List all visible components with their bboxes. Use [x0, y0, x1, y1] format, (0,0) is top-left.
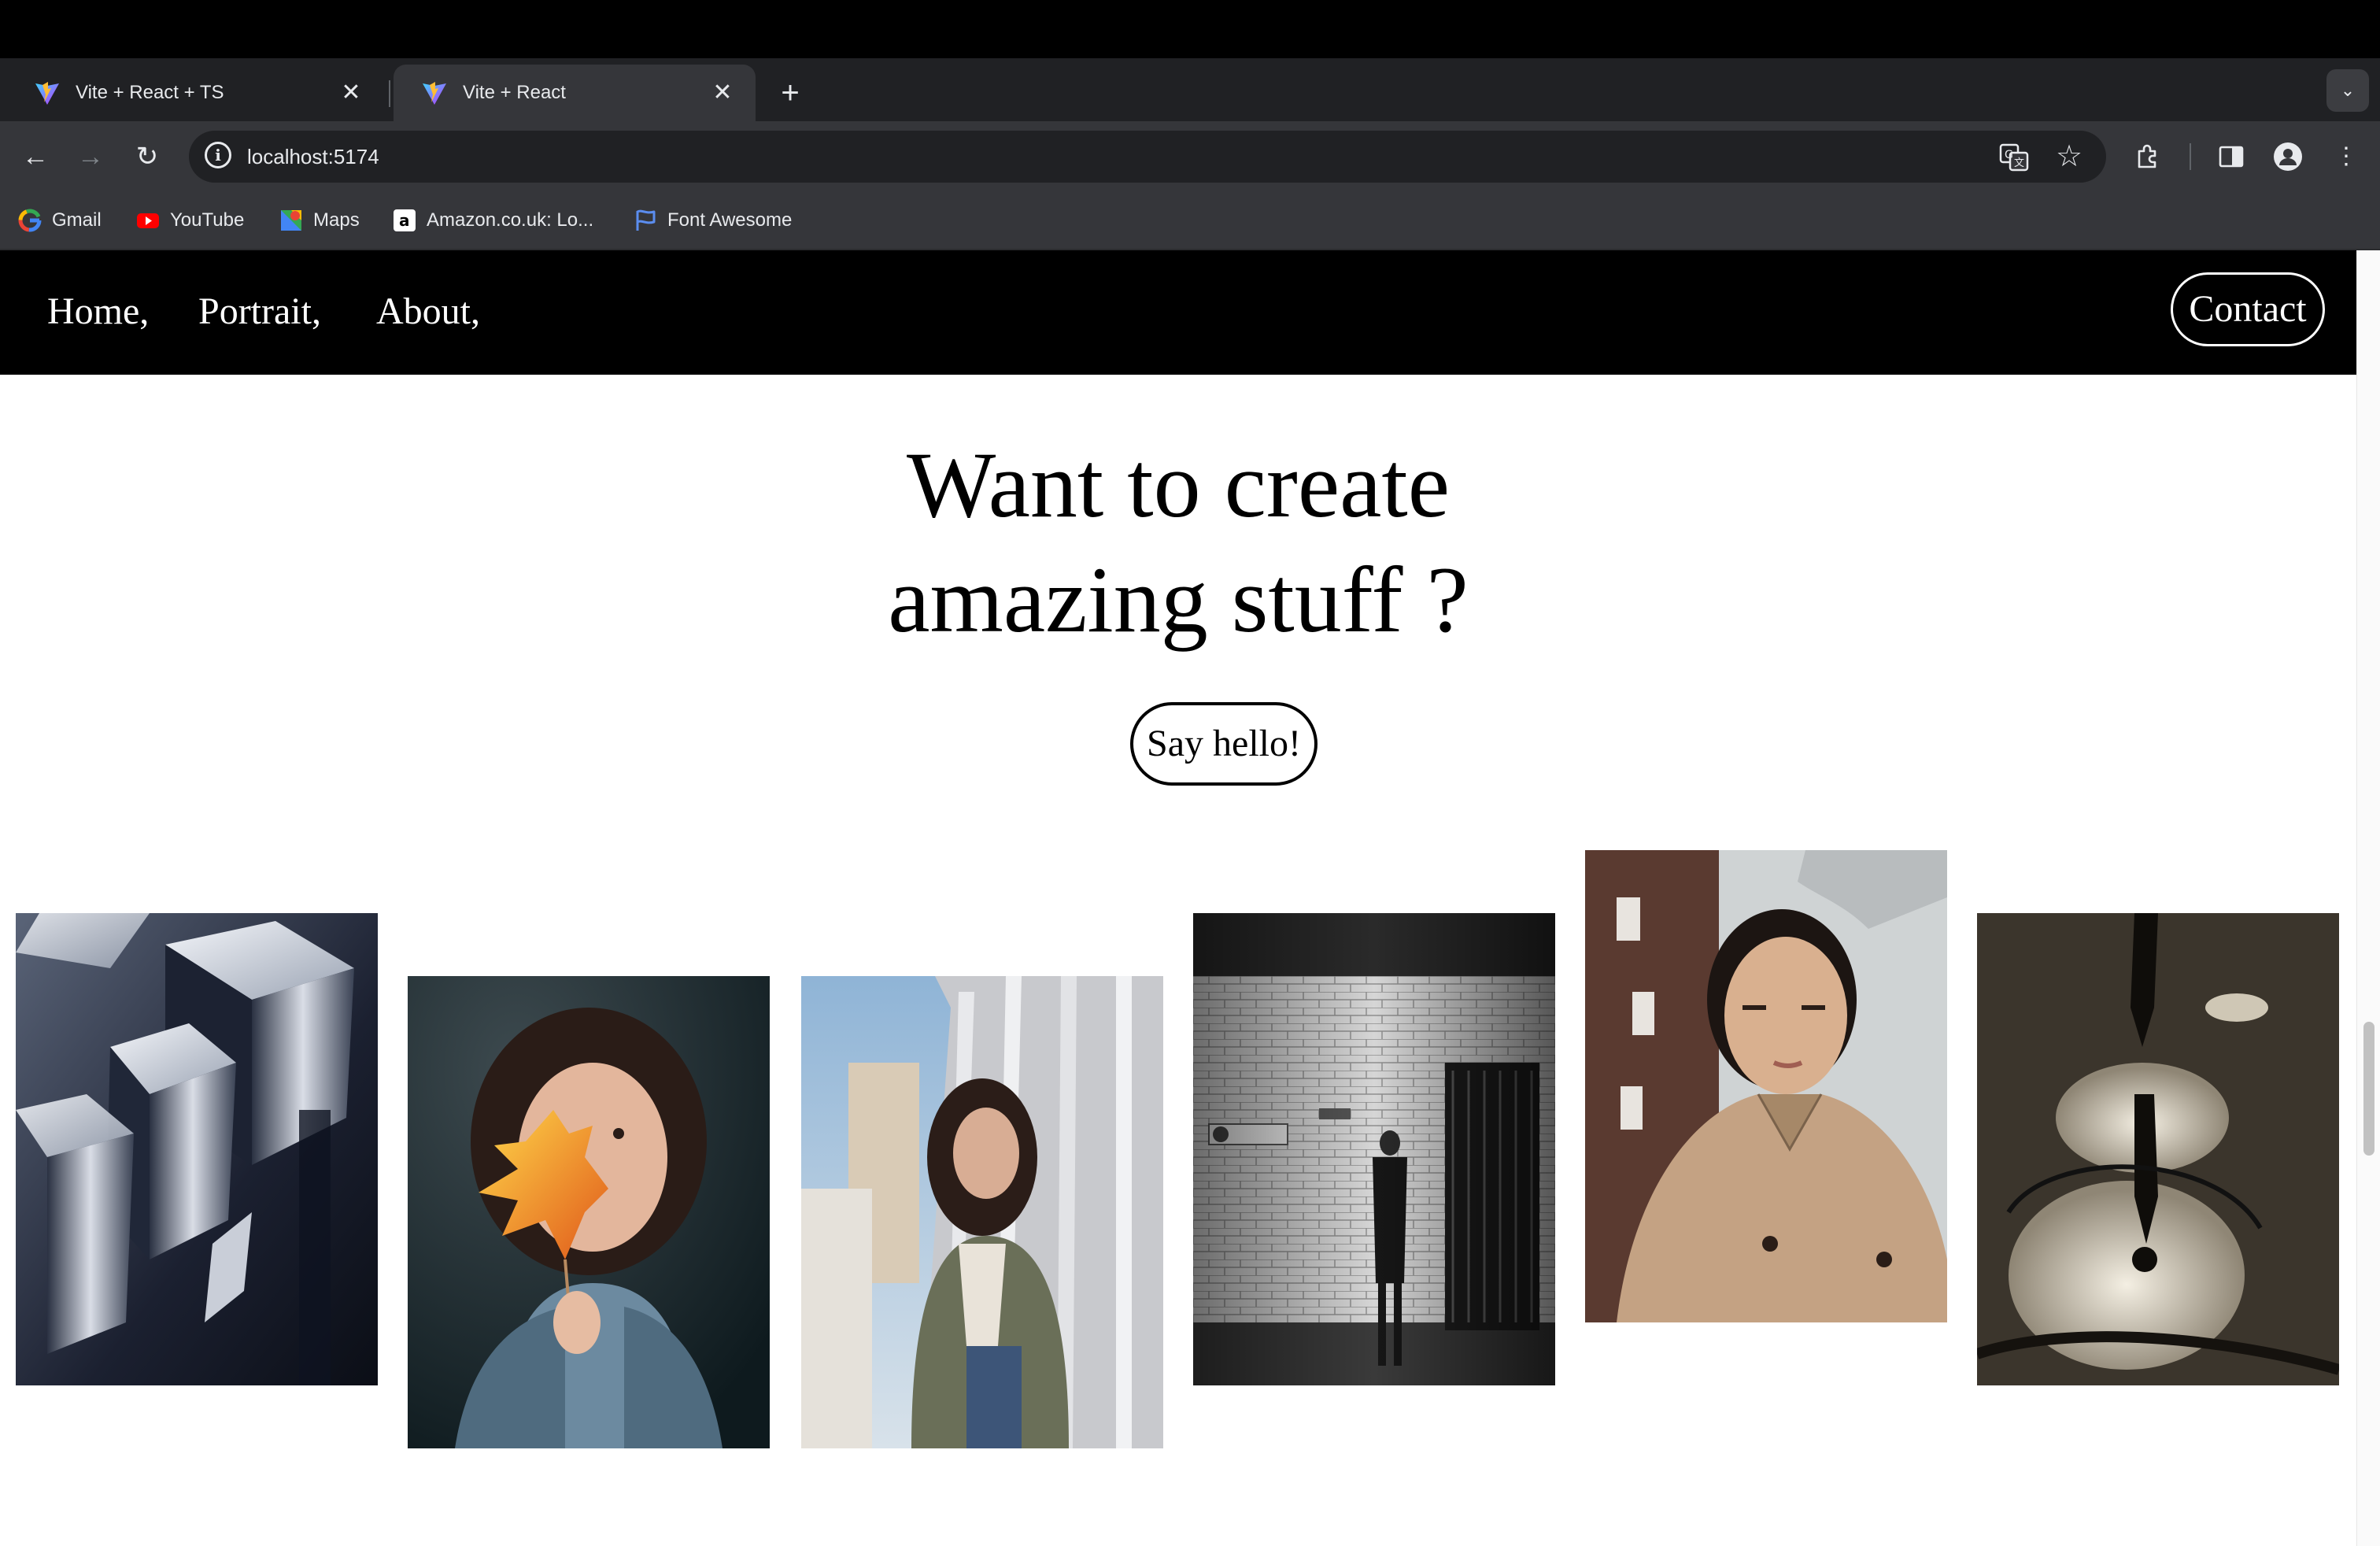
- bookmark-youtube[interactable]: YouTube: [135, 205, 244, 236]
- bookmark-amazon[interactable]: a Amazon.co.uk: Lo...: [392, 205, 593, 236]
- menu-button[interactable]: ⋮: [2323, 134, 2369, 179]
- profile-button[interactable]: [2265, 134, 2311, 179]
- bookmark-star-icon[interactable]: ☆: [2056, 137, 2082, 176]
- nav-link-portrait[interactable]: Portrait,: [198, 283, 321, 340]
- toolbar-divider: [2190, 143, 2191, 170]
- google-icon: [18, 209, 42, 232]
- svg-text:文: 文: [2014, 157, 2024, 169]
- bookmark-label: YouTube: [170, 209, 245, 231]
- bookmark-label: Amazon.co.uk: Lo...: [427, 209, 594, 231]
- vite-icon: [35, 82, 59, 105]
- back-button[interactable]: ←: [13, 134, 58, 179]
- plus-icon: +: [781, 76, 800, 110]
- scrollbar-thumb[interactable]: [2363, 1022, 2374, 1156]
- site-navbar: Home, Portrait, About, Contact: [0, 250, 2356, 375]
- web-page: Home, Portrait, About, Contact Want to c…: [0, 250, 2356, 1546]
- svg-text:a: a: [399, 211, 410, 230]
- say-hello-button[interactable]: Say hello!: [1130, 702, 1318, 786]
- arrow-right-icon: →: [77, 142, 104, 172]
- new-tab-button[interactable]: +: [770, 72, 811, 113]
- gallery-image-puddle-reflection[interactable]: [1977, 913, 2339, 1385]
- gallery-image-leaf-portrait[interactable]: [408, 976, 770, 1448]
- reload-button[interactable]: ↻: [124, 134, 170, 179]
- window-titlebar: [0, 0, 2380, 58]
- gallery-image-cubes[interactable]: [16, 913, 378, 1385]
- tab-strip: Vite + React + TS ✕ Vite + React ✕: [0, 58, 2380, 121]
- hero-heading-line: Want to create: [907, 432, 1450, 537]
- address-bar[interactable]: i localhost:5174 G 文 ☆: [189, 131, 2106, 183]
- tab-title: Vite + React + TS: [76, 82, 224, 103]
- close-icon[interactable]: ✕: [707, 77, 738, 109]
- bookmark-label: Maps: [313, 209, 360, 231]
- vite-icon: [423, 82, 446, 105]
- address-text[interactable]: localhost:5174: [247, 142, 379, 172]
- nav-link-about[interactable]: About,: [376, 283, 480, 340]
- bookmark-font-awesome[interactable]: Font Awesome: [633, 205, 792, 236]
- tab-vite-react[interactable]: Vite + React ✕: [394, 65, 756, 121]
- amazon-icon: a: [394, 209, 416, 231]
- bookmark-label: Font Awesome: [667, 209, 793, 231]
- wall-portrait-photo: [801, 976, 1163, 1448]
- tab-divider: [389, 80, 390, 107]
- browser-toolbar: ← → ↻ i localhost:5174 G 文 ☆ ⋮: [0, 121, 2380, 192]
- tab-search-button[interactable]: ⌄: [2326, 69, 2369, 112]
- bookmark-label: Gmail: [52, 209, 102, 231]
- gallery-image-coat-portrait[interactable]: [1585, 850, 1947, 1322]
- forward-button[interactable]: →: [68, 134, 113, 179]
- hero-heading-line: amazing stuff ?: [888, 547, 1469, 652]
- tab-vite-react-ts[interactable]: Vite + React + TS ✕: [6, 65, 384, 121]
- side-panel-button[interactable]: [2208, 134, 2254, 179]
- arrow-left-icon: ←: [22, 142, 49, 172]
- cubes-photo: [16, 913, 378, 1385]
- page-scrollbar[interactable]: [2356, 250, 2380, 1546]
- brick-wall-photo: [1193, 913, 1555, 1385]
- svg-text:G: G: [2005, 149, 2013, 161]
- leaf-portrait-photo: [408, 976, 770, 1448]
- puzzle-icon: [2138, 144, 2156, 168]
- close-icon[interactable]: ✕: [335, 77, 367, 109]
- bookmark-gmail[interactable]: Gmail: [17, 205, 102, 236]
- site-info-icon[interactable]: i: [205, 142, 231, 168]
- flag-icon: [636, 209, 656, 231]
- side-panel-icon: [2219, 146, 2244, 168]
- bookmarks-bar: Gmail YouTube Maps a Amazon.co.uk: Lo...…: [0, 192, 2380, 250]
- coat-portrait-photo: [1585, 850, 1947, 1322]
- bookmark-maps[interactable]: Maps: [279, 205, 360, 236]
- youtube-icon: [137, 213, 159, 228]
- maps-icon: [281, 210, 301, 231]
- translate-icon[interactable]: G 文: [1999, 142, 2029, 172]
- more-vertical-icon: ⋮: [2334, 143, 2358, 169]
- puddle-reflection-photo: [1977, 913, 2339, 1385]
- reload-icon: ↻: [135, 142, 159, 172]
- gallery-image-wall-portrait[interactable]: [801, 976, 1163, 1448]
- gallery-image-brick-wall[interactable]: [1193, 913, 1555, 1385]
- avatar-icon: [2274, 142, 2302, 171]
- chevron-down-icon: ⌄: [2340, 80, 2356, 100]
- hero-heading: Want to create amazing stuff ?: [0, 427, 2356, 657]
- nav-link-home[interactable]: Home,: [47, 283, 149, 340]
- extensions-button[interactable]: [2125, 134, 2171, 179]
- tab-title: Vite + React: [463, 82, 566, 103]
- contact-button[interactable]: Contact: [2171, 272, 2325, 346]
